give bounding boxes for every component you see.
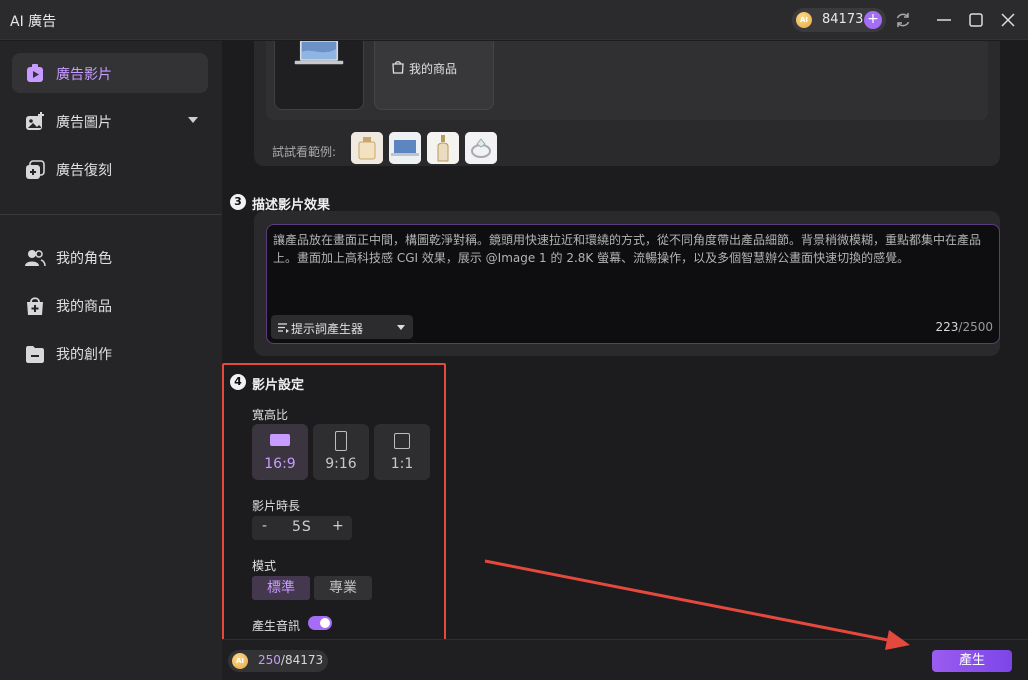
settings-highlight-box (222, 363, 446, 639)
sidebar-item-my-characters[interactable]: 我的角色 (12, 237, 208, 277)
cost-pill: AI 250/84173 (228, 650, 328, 672)
remake-icon (26, 160, 45, 179)
sidebar-item-label: 我的創作 (56, 347, 112, 363)
sidebar-divider (0, 214, 222, 215)
perfume-icon (351, 132, 383, 164)
my-product-label: 我的商品 (409, 62, 458, 76)
prompt-list-icon (278, 323, 289, 333)
uploaded-image-slot[interactable] (274, 41, 364, 110)
char-count-max: /2500 (958, 320, 993, 334)
users-icon (25, 250, 46, 267)
credits-value: 84173 (822, 12, 864, 27)
coin-icon: AI (796, 12, 812, 28)
sidebar-item-ad-remake[interactable]: 廣告復刻 (12, 149, 208, 189)
char-count: 223/2500 (936, 320, 994, 334)
example-perfume[interactable] (351, 132, 383, 164)
ring-icon (465, 132, 497, 164)
sidebar-item-my-creations[interactable]: 我的創作 (12, 333, 208, 373)
laptop-thumbnail-icon (294, 41, 344, 65)
prompt-text[interactable]: 讓產品放在畫面正中間，構圖乾淨對稱。鏡頭用快速拉近和環繞的方式，從不同角度帶出產… (273, 231, 989, 267)
image-add-icon (26, 112, 44, 130)
examples-label: 試試看範例: (272, 145, 337, 159)
example-bottle[interactable] (427, 132, 459, 164)
chevron-down-icon (397, 325, 405, 330)
folder-icon (26, 346, 44, 363)
maximize-icon[interactable] (966, 10, 986, 30)
chevron-down-icon[interactable] (188, 117, 198, 123)
step-number-3: 3 (230, 194, 246, 210)
main-content: 我的商品 試試看範例: 3 描述影片效果 讓產品放在畫面正中間，構圖乾淨對稱。鏡… (222, 41, 1028, 639)
char-count-current: 223 (935, 320, 959, 334)
sidebar-item-label: 廣告影片 (56, 67, 112, 83)
upload-card: 我的商品 試試看範例: (254, 41, 1000, 166)
example-ring[interactable] (465, 132, 497, 164)
title-bar: AI 廣告 AI 84173 + (0, 0, 1028, 40)
upload-panel: 我的商品 (266, 41, 988, 120)
sidebar-item-ad-image[interactable]: 廣告圖片 (12, 101, 208, 141)
app-window: AI 廣告 AI 84173 + 廣告影片 廣告圖片 廣告復刻 我的角色 我的商… (0, 0, 1028, 680)
sidebar-item-ad-video[interactable]: 廣告影片 (12, 53, 208, 93)
sidebar-item-label: 我的角色 (56, 251, 112, 267)
minimize-icon[interactable] (934, 10, 954, 30)
shopping-bag-icon (27, 297, 43, 315)
sidebar-item-my-products[interactable]: 我的商品 (12, 285, 208, 325)
cost-value: 250 (258, 653, 281, 667)
sidebar-item-label: 廣告圖片 (56, 115, 112, 131)
refresh-icon[interactable] (893, 10, 913, 30)
generate-button[interactable]: 產生 (932, 650, 1012, 672)
sidebar: 廣告影片 廣告圖片 廣告復刻 我的角色 我的商品 我的創作 (0, 41, 222, 680)
sidebar-item-label: 我的商品 (56, 299, 112, 315)
cost-total: /84173 (280, 653, 324, 667)
prompt-generator-label: 提示詞產生器 (291, 322, 364, 336)
app-title: AI 廣告 (10, 14, 57, 30)
coin-icon: AI (232, 653, 248, 669)
example-laptop[interactable] (389, 132, 421, 164)
laptop-icon (389, 132, 421, 164)
credits-pill[interactable]: AI 84173 + (792, 8, 886, 32)
bottom-bar: AI 250/84173 產生 (222, 639, 1028, 680)
shopping-bag-icon (392, 61, 404, 74)
prompt-generator-dropdown[interactable]: 提示詞產生器 (271, 315, 413, 339)
sidebar-item-label: 廣告復刻 (56, 163, 112, 179)
video-icon (27, 64, 43, 82)
prompt-textarea[interactable]: 讓產品放在畫面正中間，構圖乾淨對稱。鏡頭用快速拉近和環繞的方式，從不同角度帶出產… (266, 224, 1000, 344)
bottle-icon (427, 132, 459, 164)
cost-text: 250/84173 (258, 653, 323, 667)
my-product-slot[interactable]: 我的商品 (374, 41, 494, 110)
add-credits-button[interactable]: + (864, 11, 882, 29)
close-icon[interactable] (998, 10, 1018, 30)
